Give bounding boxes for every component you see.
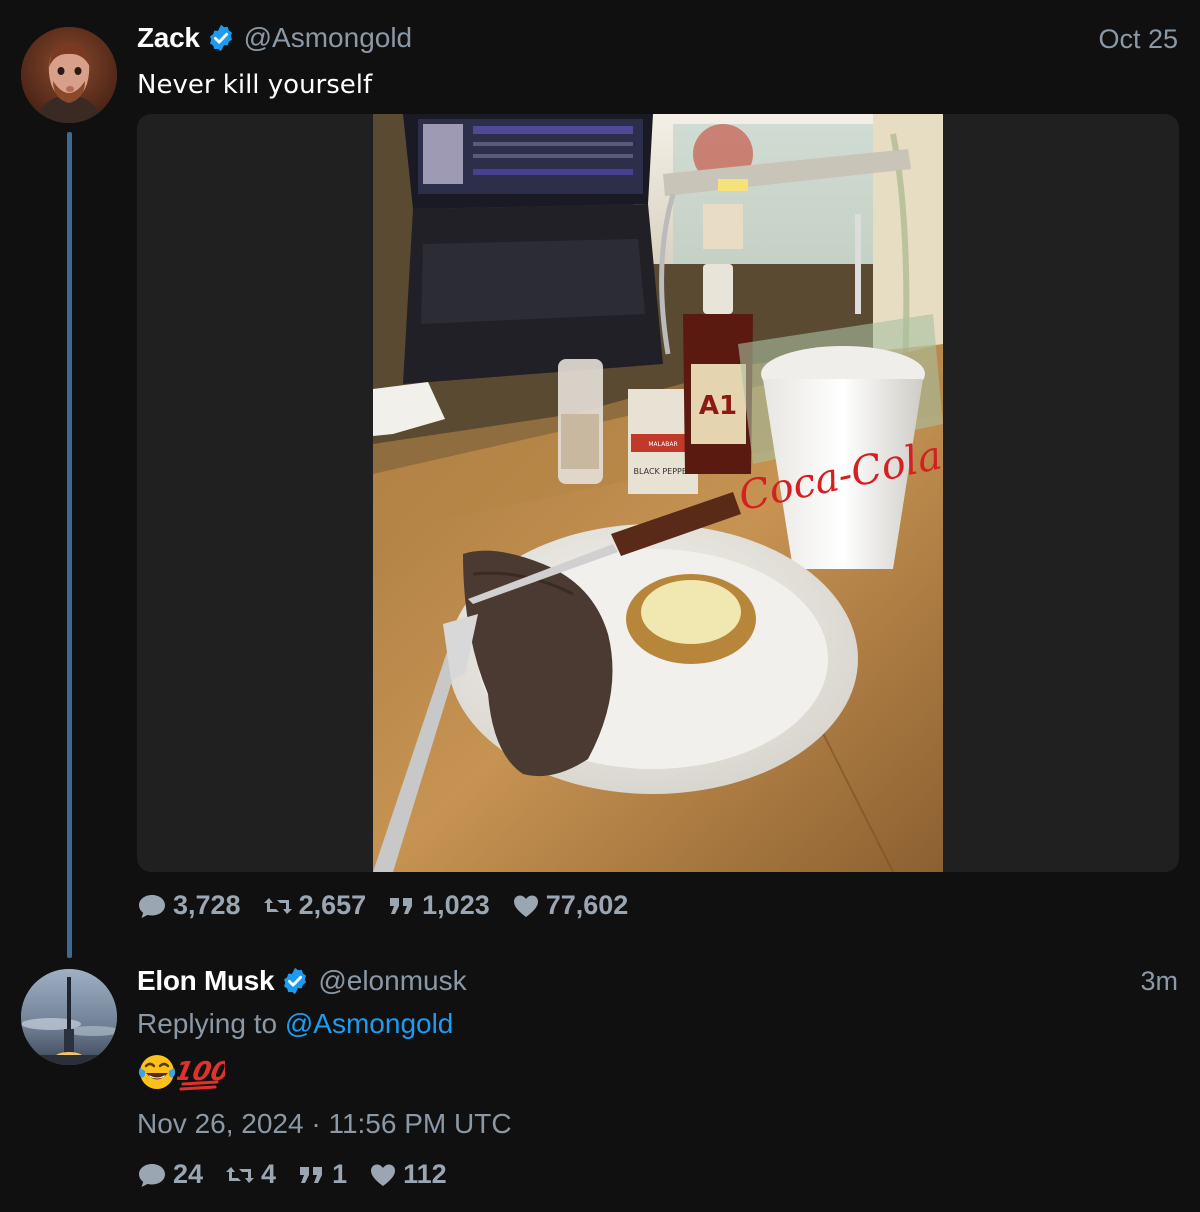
reply-header: Elon Musk @elonmusk xyxy=(137,965,467,997)
tweet-stats: 3,728 2,657 1,023 77,602 xyxy=(137,890,650,921)
quote-count: 1,023 xyxy=(422,890,490,920)
replying-to-line: Replying to @Asmongold xyxy=(137,1008,453,1040)
heart-icon xyxy=(371,1164,396,1186)
pepper-label-text: BLACK PEPPER xyxy=(634,467,693,476)
user-avatar-icon xyxy=(21,27,117,123)
like-stat[interactable]: 77,602 xyxy=(512,890,629,921)
verified-badge-icon xyxy=(284,967,307,995)
tweet-text: Never kill yourself xyxy=(137,70,373,100)
like-count: 112 xyxy=(403,1159,447,1189)
steak-dinner-photo: BLACK PEPPER MALABAR A1 Coca-Cola xyxy=(373,114,943,872)
replying-to-label: Replying to xyxy=(137,1008,278,1039)
replying-to-link[interactable]: @Asmongold xyxy=(285,1008,454,1039)
reply-count: 3,728 xyxy=(173,890,241,920)
retweet-count: 2,657 xyxy=(298,890,367,920)
thread-connector-line xyxy=(67,132,72,958)
reply-timestamp[interactable]: 3m xyxy=(1140,966,1178,997)
reply-icon xyxy=(139,894,165,918)
tweet-media[interactable]: BLACK PEPPER MALABAR A1 Coca-Cola xyxy=(137,114,1179,872)
retweet-stat[interactable]: 4 xyxy=(225,1159,276,1190)
reply-stats: 24 4 1 112 xyxy=(137,1159,469,1190)
face-with-tears-of-joy-icon xyxy=(138,1055,176,1089)
like-count: 77,602 xyxy=(545,890,629,920)
reply-stat[interactable]: 24 xyxy=(137,1159,203,1190)
quote-stat[interactable]: 1,023 xyxy=(388,890,490,921)
tweet-thread: Zack @Asmongold Oct 25 Never kill yourse… xyxy=(0,0,1200,1212)
reply-author-name[interactable]: Elon Musk xyxy=(137,965,275,997)
retweet-icon xyxy=(263,897,292,914)
reply-icon xyxy=(139,1163,165,1187)
author-name[interactable]: Zack xyxy=(137,22,200,54)
hundred-points-icon: 100 xyxy=(177,1057,225,1091)
reply-stat[interactable]: 3,728 xyxy=(137,890,241,921)
quote-icon xyxy=(390,897,413,914)
reply-author-avatar[interactable] xyxy=(21,969,117,1065)
author-handle[interactable]: @Asmongold xyxy=(244,22,413,54)
verified-badge-icon xyxy=(209,24,232,52)
like-stat[interactable]: 112 xyxy=(369,1159,447,1190)
malabar-label-text: MALABAR xyxy=(648,441,677,448)
rocket-launch-icon xyxy=(21,969,117,1065)
author-avatar[interactable] xyxy=(21,27,117,123)
reply-datetime[interactable]: Nov 26, 2024 · 11:56 PM UTC xyxy=(137,1108,512,1140)
a1-label-text: A1 xyxy=(699,391,737,421)
reply-author-handle[interactable]: @elonmusk xyxy=(318,965,466,997)
retweet-count: 4 xyxy=(261,1159,277,1189)
quote-stat[interactable]: 1 xyxy=(298,1159,347,1190)
tweet-header: Zack @Asmongold xyxy=(137,22,412,54)
heart-icon xyxy=(513,895,538,917)
quote-icon xyxy=(300,1166,323,1183)
retweet-stat[interactable]: 2,657 xyxy=(263,890,367,921)
quote-count: 1 xyxy=(332,1159,348,1189)
retweet-icon xyxy=(226,1166,255,1183)
tweet-timestamp[interactable]: Oct 25 xyxy=(1098,24,1178,55)
reply-count: 24 xyxy=(173,1159,204,1189)
reply-text: 100 xyxy=(137,1052,225,1092)
